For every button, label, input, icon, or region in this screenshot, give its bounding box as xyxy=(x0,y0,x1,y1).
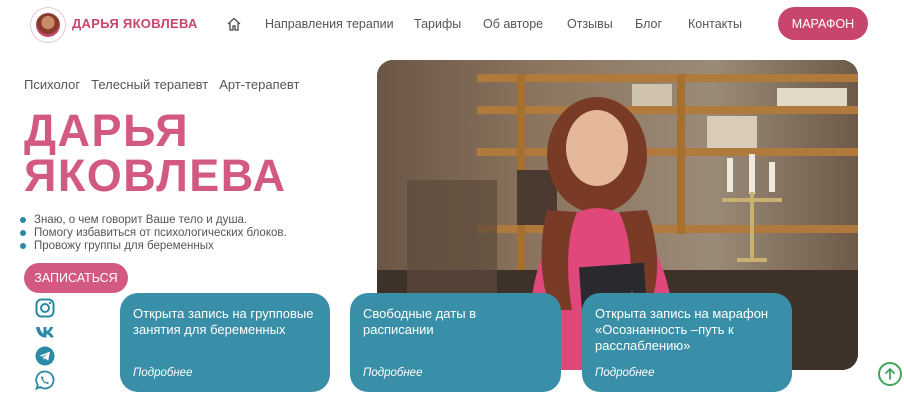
list-item: Провожу группы для беременных xyxy=(20,239,287,252)
roles-list: Психолог Телесный терапевт Арт-терапевт xyxy=(24,77,299,92)
scroll-top-button[interactable] xyxy=(878,362,902,386)
hero-name-first: ДАРЬЯ xyxy=(24,105,190,156)
card-pregnancy-groups[interactable]: Открыта запись на групповые занятия для … xyxy=(120,293,330,392)
card-more-link[interactable]: Подробнее xyxy=(133,367,192,379)
nav-contacts[interactable]: Контакты xyxy=(688,17,742,31)
logo-portrait xyxy=(36,13,60,37)
telegram-icon[interactable] xyxy=(35,346,55,366)
role-art-therapist: Арт-терапевт xyxy=(219,77,300,92)
role-body-therapist: Телесный терапевт xyxy=(91,77,209,92)
bullet-dot xyxy=(20,242,26,249)
nav-reviews[interactable]: Отзывы xyxy=(567,17,613,31)
list-item: Знаю, о чем говорит Ваше тело и душа. xyxy=(20,213,287,226)
card-title: Свободные даты в расписании xyxy=(363,306,477,337)
hero-name-last: ЯКОВЛЕВА xyxy=(24,150,287,201)
bullet-text: Помогу избавиться от психологических бло… xyxy=(34,226,287,239)
bullet-dot xyxy=(20,229,26,236)
bullet-dot xyxy=(20,216,26,223)
card-more-link[interactable]: Подробнее xyxy=(363,367,422,379)
nav-pricing[interactable]: Тарифы xyxy=(414,17,461,31)
signup-button[interactable]: ЗАПИСАТЬСЯ xyxy=(24,263,128,293)
nav-about[interactable]: Об авторе xyxy=(483,17,543,31)
whatsapp-icon[interactable] xyxy=(35,370,55,390)
bullet-text: Провожу группы для беременных xyxy=(34,239,214,252)
card-title: Открыта запись на марафон «Осознанность … xyxy=(595,306,769,353)
logo[interactable] xyxy=(30,7,66,43)
home-icon[interactable] xyxy=(226,16,242,32)
card-schedule[interactable]: Свободные даты в расписании Подробнее xyxy=(350,293,561,392)
instagram-icon[interactable] xyxy=(35,298,55,318)
nav-therapy[interactable]: Направления терапии xyxy=(265,17,394,31)
vk-icon[interactable] xyxy=(35,322,55,342)
marathon-button[interactable]: МАРАФОН xyxy=(778,7,868,40)
role-psychologist: Психолог xyxy=(24,77,81,92)
card-title: Открыта запись на групповые занятия для … xyxy=(133,306,314,337)
arrow-up-icon xyxy=(885,367,895,380)
bullet-text: Знаю, о чем говорит Ваше тело и душа. xyxy=(34,213,248,226)
card-more-link[interactable]: Подробнее xyxy=(595,367,654,379)
nav-blog[interactable]: Блог xyxy=(635,17,662,31)
card-marathon[interactable]: Открыта запись на марафон «Осознанность … xyxy=(582,293,792,392)
brand-name[interactable]: ДАРЬЯ ЯКОВЛЕВА xyxy=(72,16,198,31)
bullet-list: Знаю, о чем говорит Ваше тело и душа. По… xyxy=(20,213,287,252)
list-item: Помогу избавиться от психологических бло… xyxy=(20,226,287,239)
